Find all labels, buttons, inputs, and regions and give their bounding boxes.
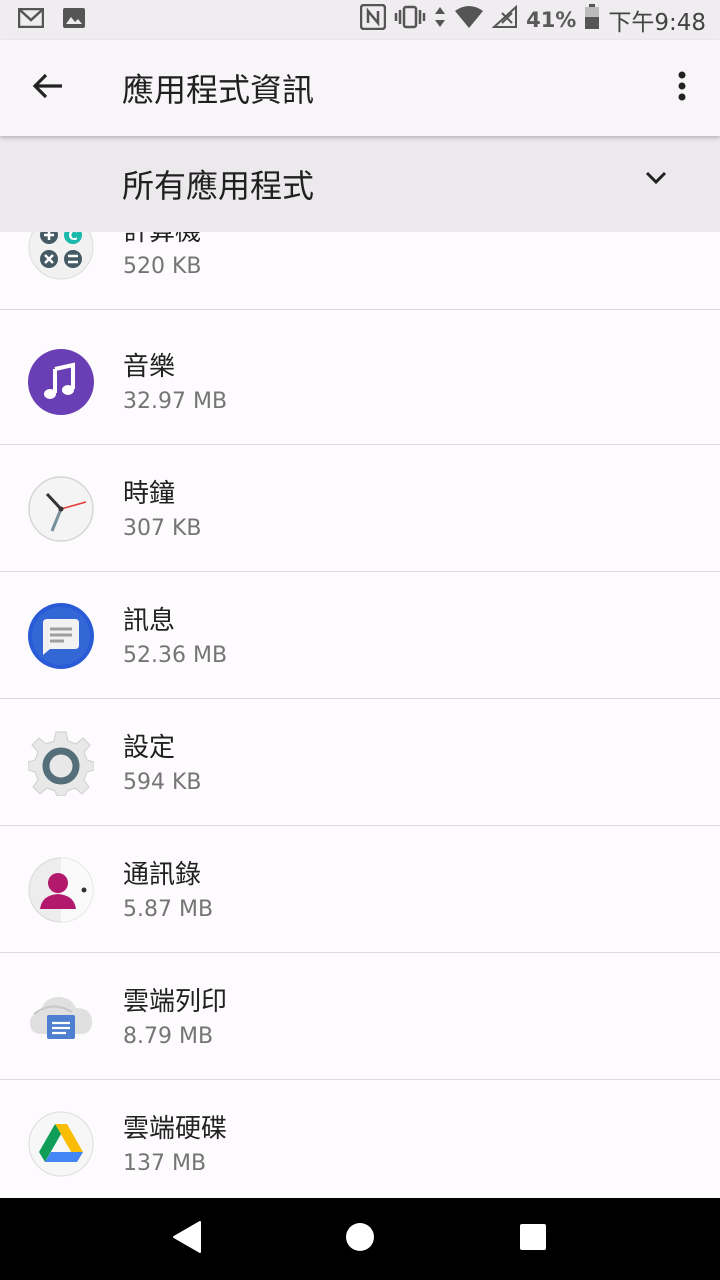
list-item-clock[interactable]: 時鐘 307 KB — [0, 446, 720, 572]
app-size: 5.87 MB — [123, 897, 214, 922]
clock-icon — [28, 476, 94, 542]
list-item-settings[interactable]: 設定 594 KB — [0, 700, 720, 826]
nav-back-icon — [172, 1220, 202, 1258]
gmail-icon — [17, 7, 45, 32]
app-size: 520 KB — [123, 254, 202, 279]
list-item-cloud-print[interactable]: 雲端列印 8.79 MB — [0, 954, 720, 1080]
filter-label: 所有應用程式 — [122, 167, 315, 205]
settings-icon — [27, 730, 95, 797]
nav-home-icon — [345, 1222, 375, 1256]
app-filter-dropdown[interactable]: 所有應用程式 — [0, 136, 720, 232]
list-item-drive[interactable]: 雲端硬碟 137 MB — [0, 1081, 720, 1198]
music-icon — [28, 349, 94, 415]
app-list[interactable]: C 計算機 520 KB 音樂 32.97 MB 時鐘 307 KB 訊息 52… — [0, 192, 720, 1198]
nav-home-button[interactable] — [315, 1204, 405, 1274]
messages-icon — [28, 603, 94, 669]
contacts-icon — [28, 857, 94, 923]
data-arrows-icon — [434, 5, 446, 35]
page-title: 應用程式資訊 — [122, 71, 315, 109]
drive-icon — [28, 1111, 94, 1177]
battery-icon — [584, 4, 600, 36]
more-vert-icon — [677, 71, 687, 105]
list-item-contacts[interactable]: 通訊錄 5.87 MB — [0, 827, 720, 953]
battery-percent: 41% — [526, 8, 577, 32]
wifi-icon — [454, 5, 484, 35]
arrow-left-icon — [32, 72, 64, 104]
gallery-icon — [62, 7, 86, 33]
app-size: 52.36 MB — [123, 643, 228, 668]
app-name: 音樂 — [123, 352, 176, 382]
nav-back-button[interactable] — [142, 1204, 232, 1274]
app-name: 雲端硬碟 — [123, 1114, 228, 1144]
app-name: 訊息 — [123, 606, 176, 636]
app-bar: 應用程式資訊 — [0, 40, 720, 136]
nav-recents-button[interactable] — [488, 1204, 578, 1274]
nav-recents-icon — [519, 1223, 547, 1255]
app-size: 8.79 MB — [123, 1024, 214, 1049]
cloud-print-icon — [28, 984, 94, 1050]
list-item-music[interactable]: 音樂 32.97 MB — [0, 319, 720, 445]
app-size: 32.97 MB — [123, 389, 228, 414]
app-size: 307 KB — [123, 516, 202, 541]
clock-time: 下午9:48 — [608, 10, 706, 36]
app-name: 雲端列印 — [123, 987, 228, 1017]
status-bar: 41% 下午9:48 — [0, 0, 720, 40]
vibrate-icon — [394, 5, 426, 35]
app-name: 通訊錄 — [123, 860, 202, 890]
navigation-bar — [0, 1198, 720, 1280]
cell-signal-icon — [491, 4, 518, 35]
chevron-down-icon — [644, 170, 668, 190]
app-name: 設定 — [123, 733, 176, 763]
app-size: 594 KB — [123, 770, 202, 795]
nfc-icon — [359, 3, 387, 36]
back-button[interactable] — [0, 40, 96, 136]
more-options-button[interactable] — [662, 58, 702, 118]
app-size: 137 MB — [123, 1151, 207, 1176]
app-name: 時鐘 — [123, 479, 176, 509]
list-item-messages[interactable]: 訊息 52.36 MB — [0, 573, 720, 699]
